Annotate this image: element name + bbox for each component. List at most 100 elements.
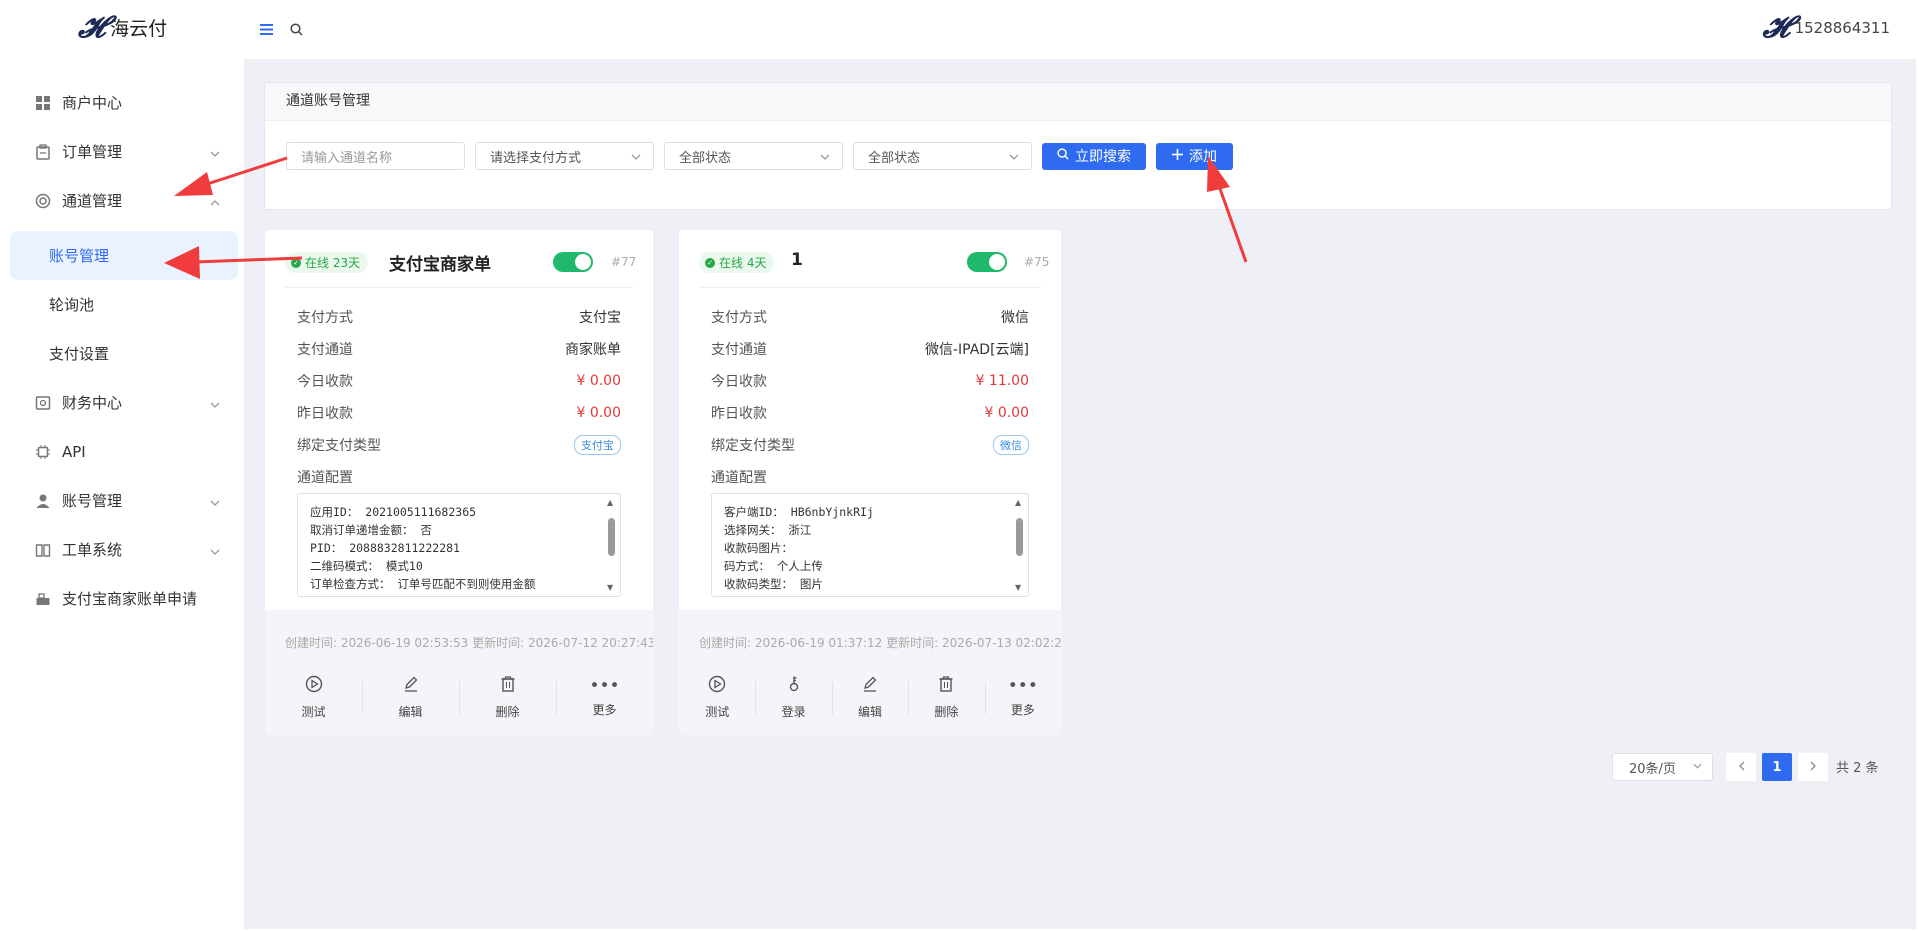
sidebar-item-account-manage[interactable]: 账号管理	[10, 231, 238, 280]
check-icon: ✓	[291, 257, 301, 268]
prev-page-button[interactable]	[1726, 753, 1756, 781]
search-panel: 通道账号管理 请输入通道名称 请选择支付方式 全部状态 全部状态 立即搜索 添加	[264, 82, 1892, 210]
bind-type-row: 绑定支付类型 微信	[711, 435, 1029, 455]
status-value-2: 全部状态	[868, 150, 921, 166]
page-1-button[interactable]: 1	[1762, 753, 1792, 781]
edit-icon	[402, 675, 420, 697]
config-text: 客户端ID： HB6nbYjnkRIj 选择网关： 浙江 收款码图片： 码方式：…	[724, 505, 874, 591]
config-textarea[interactable]: 客户端ID： HB6nbYjnkRIj 选择网关： 浙江 收款码图片： 码方式：…	[711, 493, 1029, 597]
chevron-down-icon	[210, 143, 220, 161]
status-select-1[interactable]: 全部状态	[664, 142, 843, 170]
pay-method-value: 微信	[1001, 310, 1029, 326]
row-label: 绑定支付类型	[297, 438, 381, 454]
row-label: 通道配置	[711, 470, 767, 486]
bind-type-row: 绑定支付类型 支付宝	[297, 435, 621, 455]
sidebar-item-label: 账号管理	[62, 492, 123, 510]
online-badge: ✓ 在线 4天	[699, 252, 775, 273]
top-bar: 𝓗 1528864311	[244, 0, 1916, 60]
channel-name: 1	[791, 250, 803, 270]
action-label: 更多	[592, 702, 617, 717]
sidebar-item-api[interactable]: API	[6, 427, 244, 476]
main-content: 通道账号管理 请输入通道名称 请选择支付方式 全部状态 全部状态 立即搜索 添加	[244, 60, 1916, 929]
user-menu[interactable]: 𝓗 1528864311	[1763, 10, 1891, 45]
scrollbar[interactable]: ▲ ▼	[607, 498, 616, 592]
chevron-down-icon	[210, 541, 220, 559]
channel-id: #77	[611, 255, 637, 269]
channel-card: ✓ 在线 23天 支付宝商家单 #77 支付方式 支付宝 支付通道 商家账单 今日收…	[265, 230, 653, 735]
delete-button[interactable]: 删除	[459, 672, 556, 722]
scroll-up-icon[interactable]: ▲	[607, 498, 613, 507]
today-income-row: 今日收款 ¥ 0.00	[297, 371, 621, 391]
action-label: 测试	[705, 704, 730, 719]
brand-logo[interactable]: 𝓗 海云付	[78, 10, 167, 45]
sidebar-item-label: 支付设置	[49, 345, 110, 363]
enable-toggle[interactable]	[967, 252, 1007, 272]
page-size-select[interactable]: 20条/页	[1612, 753, 1713, 781]
sidebar-item-orders[interactable]: 订单管理	[6, 127, 244, 176]
pay-channel-value: 商家账单	[565, 342, 621, 358]
pay-method-value: 请选择支付方式	[490, 150, 582, 166]
config-label-row: 通道配置	[711, 467, 1029, 487]
scroll-thumb[interactable]	[1016, 518, 1023, 556]
more-button[interactable]: ••• 更多	[984, 672, 1061, 722]
trash-icon	[937, 675, 955, 697]
card-footer: 创建时间: 2026-06-19 02:53:53 更新时间: 2026-07-…	[265, 610, 653, 735]
action-label: 删除	[934, 704, 959, 719]
online-duration: 在线 23天	[305, 256, 361, 270]
chevron-down-icon	[631, 150, 641, 163]
sidebar-item-label: 支付宝商家账单申请	[62, 590, 198, 608]
test-button[interactable]: 测试	[265, 672, 362, 722]
sidebar-item-account-settings[interactable]: 账号管理	[6, 476, 244, 525]
edit-button[interactable]: 编辑	[831, 672, 908, 722]
add-button[interactable]: 添加	[1156, 142, 1233, 170]
more-button[interactable]: ••• 更多	[556, 672, 653, 722]
row-label: 支付方式	[711, 310, 767, 326]
channel-name-input[interactable]: 请输入通道名称	[286, 142, 465, 170]
login-button[interactable]: 登录	[755, 672, 831, 722]
sidebar-item-pay-settings[interactable]: 支付设置	[6, 329, 244, 378]
test-button[interactable]: 测试	[679, 672, 755, 722]
sidebar-item-channels[interactable]: 通道管理	[6, 176, 244, 225]
action-label: 更多	[1010, 702, 1035, 717]
row-label: 今日收款	[297, 374, 353, 390]
filter-bar: 请输入通道名称 请选择支付方式 全部状态 全部状态 立即搜索 添加	[286, 142, 1233, 170]
user-avatar: 𝓗	[1762, 10, 1790, 45]
page-size-value: 20条/页	[1629, 761, 1676, 777]
scroll-thumb[interactable]	[608, 518, 615, 556]
enable-toggle[interactable]	[553, 252, 593, 272]
channel-name: 支付宝商家单	[389, 255, 491, 275]
delete-button[interactable]: 删除	[908, 672, 984, 722]
today-income-row: 今日收款 ¥ 11.00	[711, 371, 1029, 391]
status-value-1: 全部状态	[679, 150, 732, 166]
search-button[interactable]: 立即搜索	[1042, 142, 1146, 170]
scrollbar[interactable]: ▲ ▼	[1015, 498, 1024, 592]
sidebar-item-merchant-center[interactable]: 商户中心	[6, 78, 244, 127]
finance-icon	[34, 394, 52, 412]
online-badge: ✓ 在线 23天	[285, 252, 369, 273]
menu-toggle-icon[interactable]	[260, 20, 273, 40]
scroll-up-icon[interactable]: ▲	[1015, 498, 1021, 507]
sidebar-item-label: 工单系统	[62, 541, 123, 559]
row-label: 昨日收款	[711, 406, 767, 422]
next-page-button[interactable]	[1798, 753, 1828, 781]
user-name: 1528864311	[1794, 18, 1890, 37]
total-count: 共 2 条	[1836, 761, 1879, 776]
sidebar: 𝓗 海云付 商户中心 订单管理 通道管理 账号管理 轮询池 支付设置 财务中心 …	[6, 0, 245, 929]
sidebar-item-tickets[interactable]: 工单系统	[6, 525, 244, 574]
search-icon[interactable]	[290, 21, 303, 41]
edit-button[interactable]: 编辑	[362, 672, 459, 722]
chevron-down-icon	[210, 394, 220, 412]
sidebar-item-alipay-bill-apply[interactable]: 支付宝商家账单申请	[6, 574, 244, 623]
config-textarea[interactable]: 应用ID： 2021005111682365 取消订单递增金额： 否 PID： …	[297, 493, 621, 597]
more-dots-icon: •••	[1007, 675, 1038, 696]
pay-method-select[interactable]: 请选择支付方式	[475, 142, 654, 170]
sidebar-item-finance[interactable]: 财务中心	[6, 378, 244, 427]
sidebar-item-label: 财务中心	[62, 394, 123, 412]
check-icon: ✓	[705, 257, 715, 268]
yesterday-income-value: ¥ 0.00	[984, 405, 1029, 421]
scroll-down-icon[interactable]: ▼	[1015, 583, 1021, 592]
status-select-2[interactable]: 全部状态	[853, 142, 1032, 170]
scroll-down-icon[interactable]: ▼	[607, 583, 613, 592]
chevron-down-icon	[210, 492, 220, 510]
sidebar-item-polling-pool[interactable]: 轮询池	[6, 280, 244, 329]
